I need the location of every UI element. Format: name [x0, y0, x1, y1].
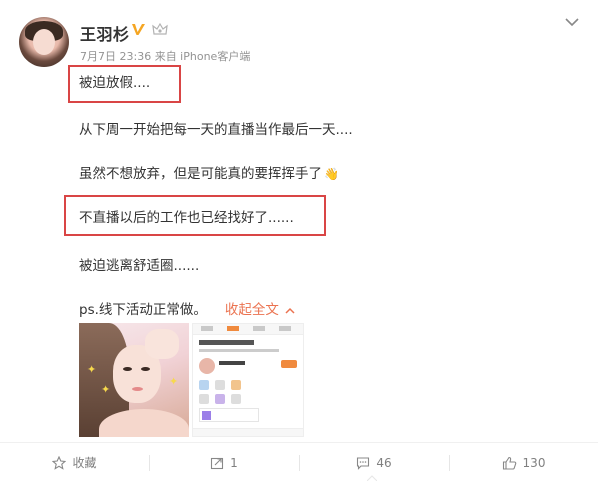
post-line-2: 从下周一开始把每一天的直播当作最后一天.... [79, 122, 353, 138]
highlight-box-2 [64, 195, 326, 236]
post-image-selfie[interactable]: ✦ ✦ ✦ [79, 323, 189, 437]
favorite-label: 收藏 [72, 456, 97, 470]
action-bar: 收藏 1 46 130 [0, 442, 598, 481]
comment-icon [357, 456, 370, 470]
verified-badge-icon [132, 24, 145, 35]
crown-icon[interactable] [152, 22, 168, 37]
waving-hand-icon: 👋 [324, 167, 339, 181]
weibo-post: 王羽杉 7月7日 23:36 来自 iPhone客户端 被迫放假.... 从下周… [0, 0, 598, 481]
post-line-5: 被迫逃离舒适圈...... [79, 258, 200, 274]
star-icon [52, 455, 67, 470]
comment-caret-icon [367, 475, 377, 481]
avatar[interactable] [19, 17, 69, 67]
post-line-3-text: 虽然不想放弃，但是可能真的要挥挥手了 [79, 166, 322, 182]
thumbs-up-icon [502, 456, 516, 470]
collapse-text-link[interactable]: 收起全文 [225, 302, 295, 318]
highlight-box-1 [68, 65, 181, 103]
comment-count: 46 [376, 455, 392, 470]
repost-button[interactable]: 1 [149, 443, 299, 481]
username[interactable]: 王羽杉 [80, 21, 130, 45]
like-button[interactable]: 130 [449, 443, 598, 481]
like-count: 130 [522, 455, 546, 470]
favorite-button[interactable]: 收藏 [0, 443, 149, 481]
post-meta: 7月7日 23:36 来自 iPhone客户端 [80, 50, 251, 63]
post-line-6-text: ps.线下活动正常做。 [79, 302, 207, 318]
repost-count: 1 [230, 455, 238, 470]
post-line-3: 虽然不想放弃，但是可能真的要挥挥手了 👋 [79, 162, 339, 182]
chevron-up-icon[interactable] [285, 307, 295, 314]
chevron-down-icon[interactable] [565, 17, 579, 27]
post-line-6: ps.线下活动正常做。 收起全文 [79, 298, 295, 318]
post-image-screenshot[interactable] [192, 323, 304, 437]
repost-icon [211, 457, 224, 469]
collapse-label[interactable]: 收起全文 [225, 302, 279, 318]
